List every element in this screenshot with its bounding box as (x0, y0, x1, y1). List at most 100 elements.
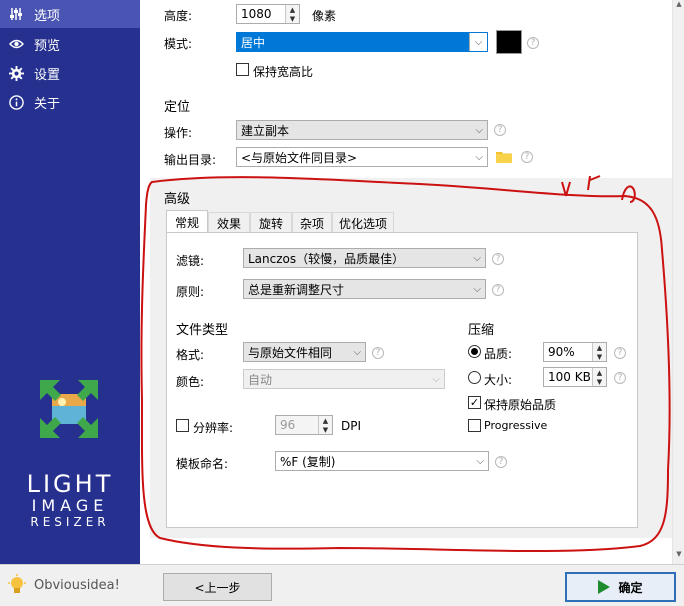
height-stepper[interactable]: 1080 ▲ ▼ (236, 4, 300, 24)
size-value: 100 KB (548, 370, 591, 384)
stepper-buttons[interactable]: ▲ ▼ (318, 416, 332, 434)
tab-label: 常规 (174, 216, 199, 230)
tab-general[interactable]: 常规 (166, 210, 208, 234)
help-icon[interactable]: ? (521, 151, 533, 163)
chevron-down-icon: ⌵ (476, 455, 484, 467)
stepper-buttons[interactable]: ▲ ▼ (592, 368, 606, 386)
output-dir-label: 输出目录: (164, 153, 217, 167)
stepper-down-icon[interactable]: ▼ (286, 14, 299, 23)
tab-effects[interactable]: 效果 (208, 212, 250, 234)
color-value: 自动 (248, 372, 273, 387)
keep-quality-label: 保持原始品质 (484, 398, 557, 412)
sidebar: 选项 预览 设置 关于 LIGHT IMAGE RESIZER (0, 0, 140, 564)
stepper-buttons[interactable]: ▲ ▼ (592, 343, 606, 361)
keep-quality-checkbox[interactable]: ✓ (468, 396, 481, 409)
height-label: 高度: (164, 9, 193, 23)
sidebar-item-about[interactable]: 关于 (0, 88, 140, 116)
resolution-value: 96 (280, 418, 296, 432)
help-icon[interactable]: ? (527, 37, 539, 49)
chevron-down-icon: ⌵ (475, 124, 483, 136)
chevron-down-icon[interactable]: ⌵ (469, 33, 487, 51)
help-icon[interactable]: ? (614, 347, 626, 359)
size-label: 大小: (484, 373, 513, 387)
tab-label: 旋转 (258, 217, 283, 231)
tab-optimization[interactable]: 优化选项 (332, 212, 394, 234)
stepper-buttons[interactable]: ▲ ▼ (285, 5, 299, 23)
size-stepper[interactable]: 100 KB ▲ ▼ (543, 367, 607, 387)
filter-select[interactable]: Lanczos（较慢，品质最佳） ⌵ (243, 248, 486, 268)
folder-icon[interactable] (496, 150, 512, 163)
format-select[interactable]: 与原始文件相同 ⌵ (243, 342, 366, 362)
filetype-title: 文件类型 (176, 323, 229, 338)
template-select[interactable]: %F (复制) ⌵ (275, 451, 489, 471)
color-label: 颜色: (176, 375, 205, 389)
help-icon[interactable]: ? (492, 284, 504, 296)
height-unit: 像素 (312, 9, 337, 23)
rule-select[interactable]: 总是重新调整尺寸 ⌵ (243, 279, 486, 299)
sidebar-item-label: 关于 (34, 96, 61, 112)
tab-misc[interactable]: 杂项 (292, 212, 332, 234)
sidebar-item-preview[interactable]: 预览 (0, 30, 140, 58)
quality-radio[interactable] (468, 345, 481, 358)
stepper-up-icon[interactable]: ▲ (286, 5, 299, 14)
mode-select[interactable]: 居中 ⌵ (236, 32, 488, 52)
mode-value: 居中 (241, 35, 266, 50)
resolution-stepper[interactable]: 96 ▲ ▼ (275, 415, 333, 435)
chevron-down-icon: ⌵ (432, 373, 440, 385)
filter-label: 滤镜: (176, 254, 205, 268)
stepper-up-icon[interactable]: ▲ (593, 343, 606, 352)
color-select[interactable]: 自动 ⌵ (243, 369, 445, 389)
compress-title: 压缩 (468, 323, 495, 338)
help-icon[interactable]: ? (495, 456, 507, 468)
tab-rotate[interactable]: 旋转 (250, 212, 292, 234)
previous-button-label: <上一步 (194, 580, 241, 595)
tab-label: 效果 (216, 217, 241, 231)
color-swatch[interactable] (496, 30, 522, 54)
previous-button[interactable]: <上一步 (163, 573, 272, 601)
template-label: 模板命名: (176, 457, 229, 471)
keep-ratio-label: 保持宽高比 (253, 65, 314, 79)
sidebar-item-options[interactable]: 选项 (0, 0, 140, 28)
format-value: 与原始文件相同 (248, 345, 333, 360)
progressive-checkbox[interactable] (468, 419, 481, 432)
help-icon[interactable]: ? (614, 372, 626, 384)
play-icon (598, 580, 611, 594)
help-icon[interactable]: ? (492, 253, 504, 265)
template-value: %F (复制) (280, 454, 336, 469)
stepper-down-icon[interactable]: ▼ (593, 352, 606, 361)
help-icon[interactable]: ? (494, 124, 506, 136)
sidebar-item-label: 设置 (34, 67, 61, 83)
mode-label: 模式: (164, 37, 193, 51)
action-label: 操作: (164, 126, 193, 140)
info-icon (8, 94, 24, 110)
logo-line-resizer: RESIZER (30, 515, 110, 529)
logo-line-image: IMAGE (31, 496, 109, 515)
scroll-down-icon[interactable]: ▼ (674, 550, 684, 560)
tab-label: 杂项 (299, 217, 324, 231)
action-select[interactable]: 建立副本 ⌵ (236, 120, 488, 140)
resolution-checkbox[interactable] (176, 419, 189, 432)
keep-ratio-checkbox[interactable] (236, 63, 249, 76)
stepper-up-icon[interactable]: ▲ (319, 416, 332, 425)
stepper-down-icon[interactable]: ▼ (319, 425, 332, 434)
quality-stepper[interactable]: 90% ▲ ▼ (543, 342, 607, 362)
output-dir-select[interactable]: <与原始文件同目录> ⌵ (236, 147, 488, 167)
ok-button[interactable]: 确定 (565, 572, 676, 602)
vertical-scrollbar[interactable]: ▲ ▼ (672, 0, 684, 564)
brand-name: Obviousidea! (34, 577, 120, 593)
size-radio[interactable] (468, 371, 481, 384)
gear-icon (8, 65, 24, 81)
ok-button-label: 确定 (618, 580, 643, 595)
filter-value: Lanczos（较慢，品质最佳） (248, 251, 405, 266)
scroll-up-icon[interactable]: ▲ (674, 0, 684, 10)
position-title: 定位 (164, 100, 191, 115)
stepper-up-icon[interactable]: ▲ (593, 368, 606, 377)
help-icon[interactable]: ? (372, 347, 384, 359)
eye-icon (8, 36, 24, 52)
rule-label: 原则: (176, 285, 205, 299)
sidebar-item-settings[interactable]: 设置 (0, 59, 140, 87)
resolution-unit: DPI (341, 419, 362, 433)
quality-value: 90% (548, 345, 575, 359)
advanced-title: 高级 (164, 192, 191, 207)
stepper-down-icon[interactable]: ▼ (593, 377, 606, 386)
